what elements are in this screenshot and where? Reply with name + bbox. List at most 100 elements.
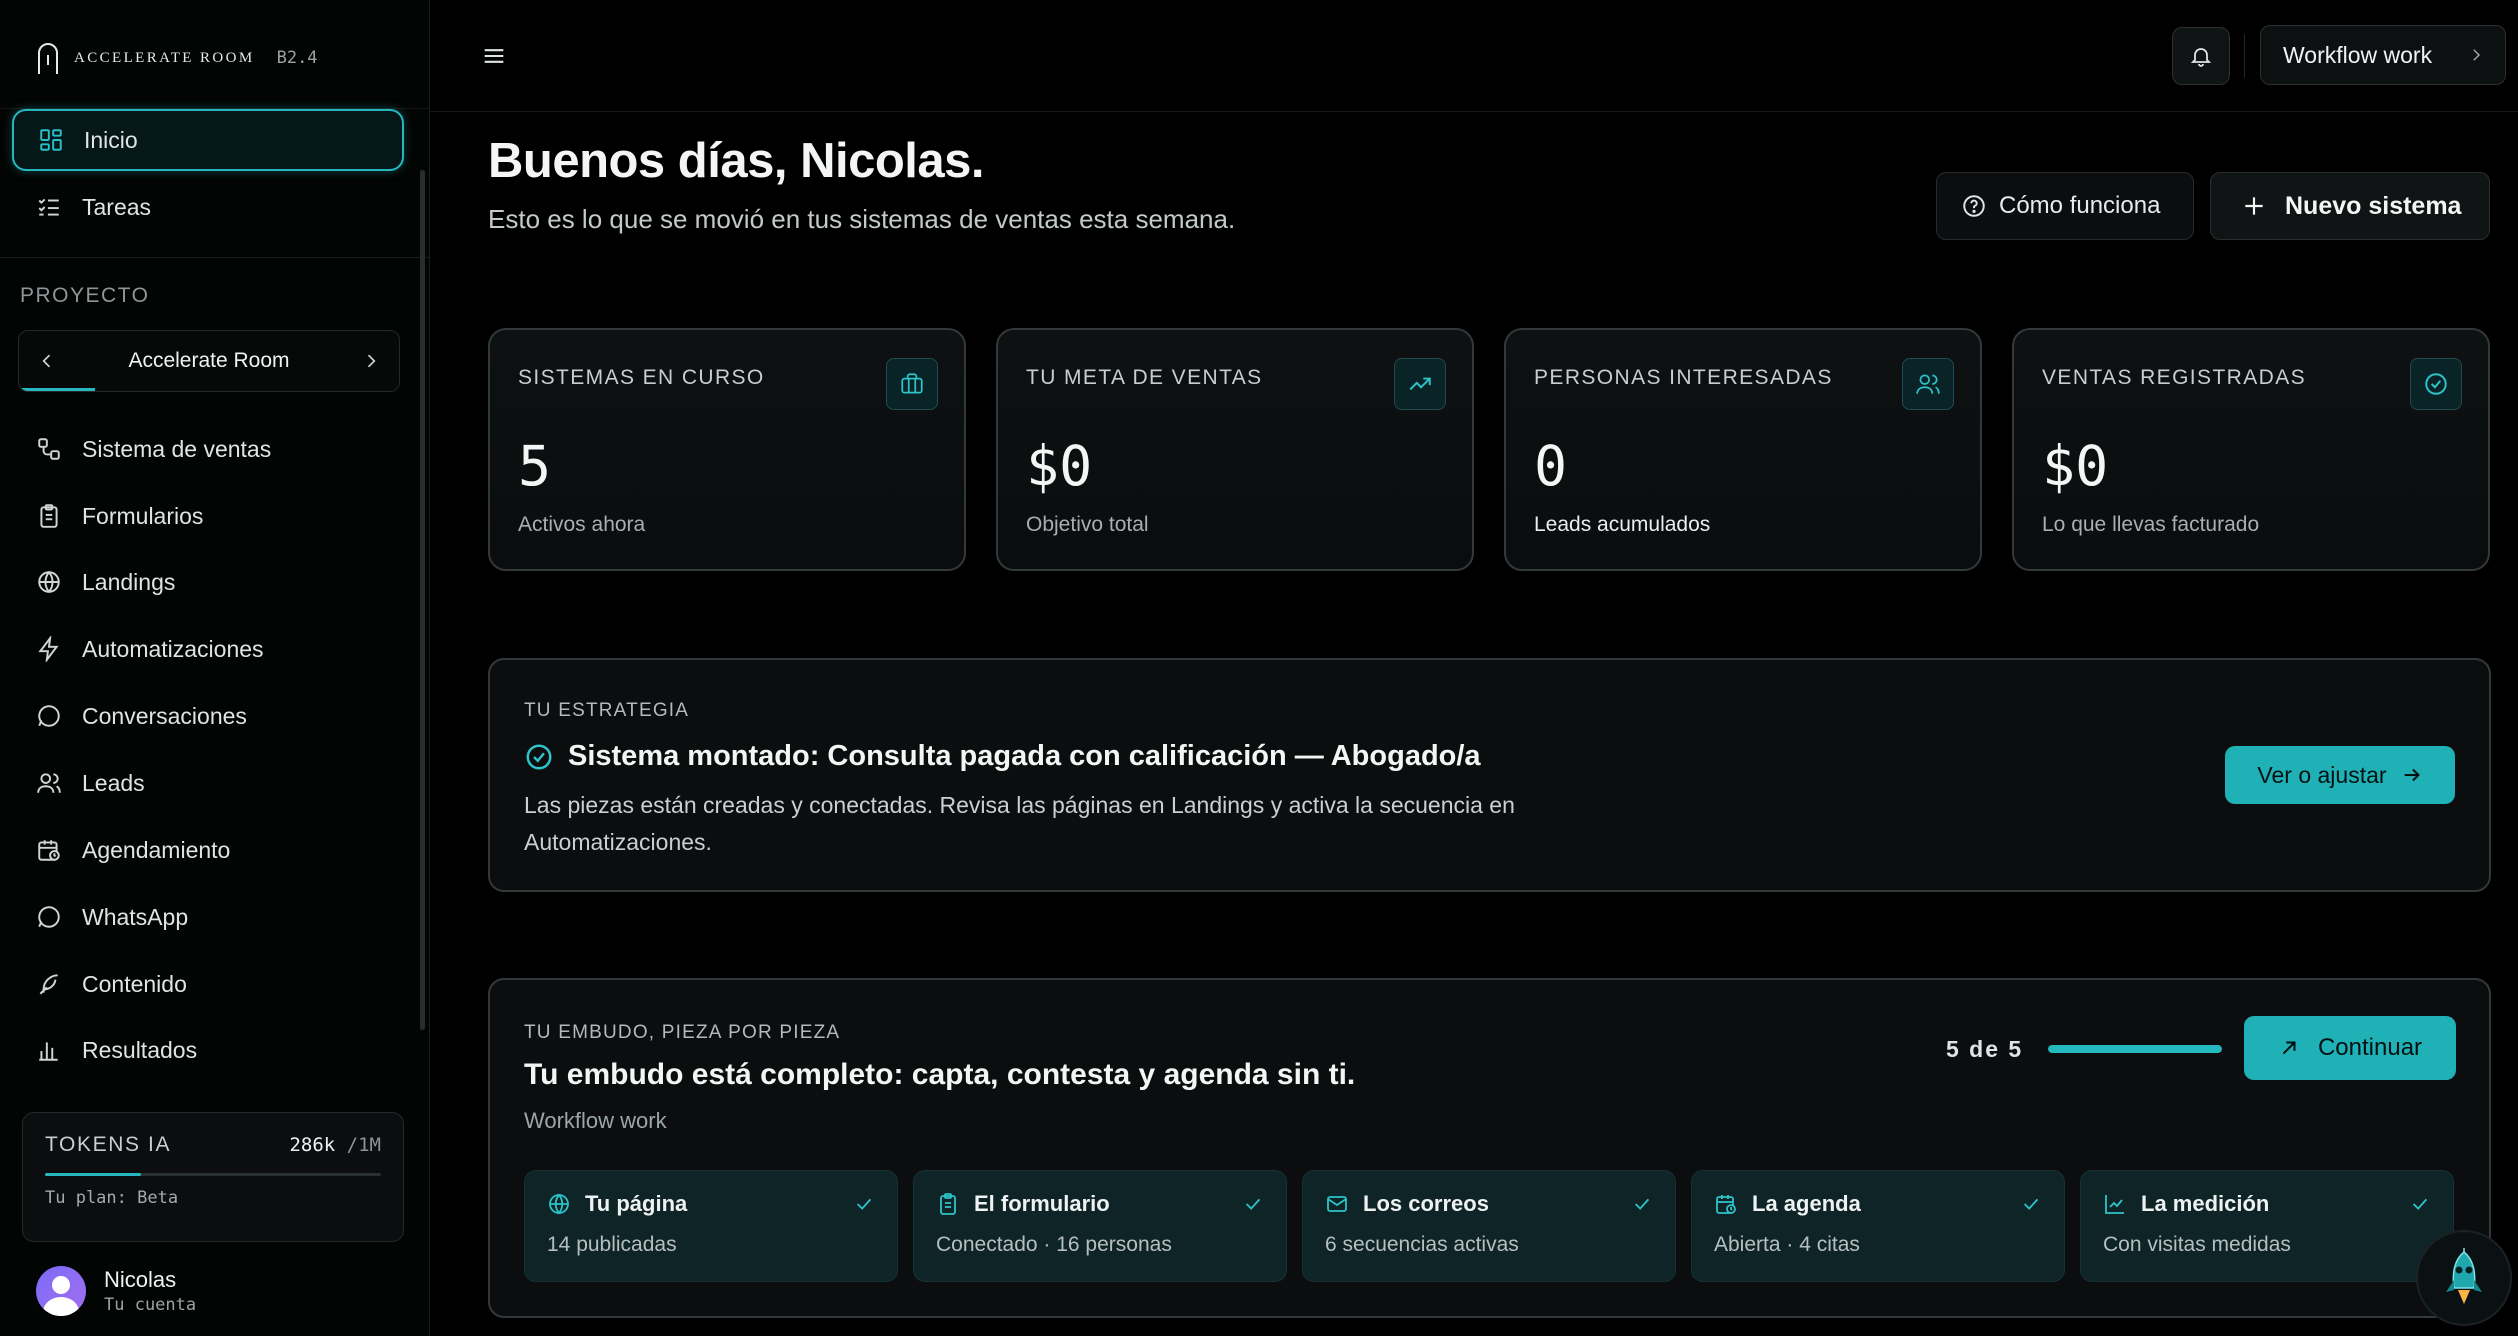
funnel-card: TU EMBUDO, PIEZA POR PIEZA Tu embudo est… xyxy=(488,978,2491,1318)
list-checks-icon xyxy=(38,198,59,216)
strategy-card: TU ESTRATEGIA Sistema montado: Consulta … xyxy=(488,658,2491,892)
user-name: Nicolas xyxy=(104,1267,177,1292)
sidebar-item-whatsapp[interactable]: WhatsApp xyxy=(12,886,404,948)
topbar: Workflow work xyxy=(430,0,2518,112)
tokens-plan: Tu plan: Beta xyxy=(45,1188,179,1208)
check-circle-icon xyxy=(2425,373,2447,395)
globe-icon xyxy=(549,1193,569,1215)
check-circle-icon xyxy=(526,744,552,769)
funnel-step-formulario[interactable]: El formulario Conectado · 16 personas xyxy=(913,1170,1287,1282)
funnel-step-pagina[interactable]: Tu página 14 publicadas xyxy=(524,1170,898,1282)
assistant-launcher[interactable] xyxy=(2416,1230,2512,1326)
continue-label: Continuar xyxy=(2317,1034,2423,1061)
how-it-works-label: Cómo funciona xyxy=(1999,192,2161,219)
stat-value: 5 xyxy=(518,434,552,498)
stat-value: $0 xyxy=(2042,434,2109,498)
view-adjust-button[interactable]: Ver o ajustar xyxy=(2225,746,2455,804)
funnel-progress-text: 5 de 5 xyxy=(1946,1036,2024,1062)
feather-icon xyxy=(39,974,58,995)
sidebar-item-label: Sistema de ventas xyxy=(82,435,272,462)
tokens-label: TOKENS IA xyxy=(45,1133,172,1156)
funnel-step-correos[interactable]: Los correos 6 secuencias activas xyxy=(1302,1170,1676,1282)
sidebar: Accelerate Room B2.4 Inicio Tareas PROYE… xyxy=(0,0,430,1336)
avatar xyxy=(36,1266,86,1316)
calendar-clock-icon xyxy=(38,840,60,861)
chevron-right-icon[interactable] xyxy=(361,351,381,371)
step-title: La agenda xyxy=(1752,1191,1861,1216)
stat-value: 0 xyxy=(1534,434,1568,498)
clipboard-icon xyxy=(40,504,58,528)
divider xyxy=(2244,34,2245,78)
funnel-title: Tu embudo está completo: capta, contesta… xyxy=(524,1058,1356,1091)
project-switcher[interactable]: Accelerate Room xyxy=(18,330,400,392)
sidebar-item-agendamiento[interactable]: Agendamiento xyxy=(12,819,404,881)
brand[interactable]: Accelerate Room B2.4 xyxy=(36,38,318,78)
stat-label: VENTAS REGISTRADAS xyxy=(2042,366,2307,389)
sidebar-item-automatizaciones[interactable]: Automatizaciones xyxy=(12,618,404,680)
stat-card-sistemas: SISTEMAS EN CURSO 5 Activos ahora xyxy=(488,328,966,571)
sidebar-item-conversaciones[interactable]: Conversaciones xyxy=(12,685,404,747)
calendar-clock-icon xyxy=(1716,1195,1736,1214)
step-title: Los correos xyxy=(1363,1191,1489,1216)
workflow-selector-button[interactable]: Workflow work xyxy=(2260,25,2506,85)
how-it-works-button[interactable]: Cómo funciona xyxy=(1936,172,2194,240)
new-system-button[interactable]: Nuevo sistema xyxy=(2210,172,2490,240)
strategy-title: Sistema montado: Consulta pagada con cal… xyxy=(524,740,2455,773)
hamburger-menu-icon[interactable] xyxy=(480,42,508,70)
bar-chart-icon xyxy=(39,1042,58,1061)
whatsapp-icon xyxy=(38,906,60,928)
sidebar-item-label: Automatizaciones xyxy=(82,635,264,662)
sidebar-item-label: WhatsApp xyxy=(82,903,189,930)
sidebar-item-label: Inicio xyxy=(84,126,138,153)
notifications-button[interactable] xyxy=(2172,27,2230,85)
brand-name: Accelerate Room xyxy=(74,49,255,66)
users-icon xyxy=(1916,374,1940,394)
funnel-progress-bar xyxy=(2048,1045,2222,1053)
stat-card-meta-ventas: TU META DE VENTAS $0 Objetivo total xyxy=(996,328,1474,571)
sidebar-item-contenido[interactable]: Contenido xyxy=(12,953,404,1015)
sidebar-item-label: Agendamiento xyxy=(82,836,231,863)
sidebar-item-inicio[interactable]: Inicio xyxy=(12,109,404,171)
step-subtitle: Abierta · 4 citas xyxy=(1714,1233,1860,1256)
plus-icon xyxy=(2245,197,2263,215)
check-icon xyxy=(2023,1198,2039,1210)
step-subtitle: Conectado · 16 personas xyxy=(936,1233,1172,1256)
check-icon xyxy=(2412,1198,2428,1210)
sidebar-item-leads[interactable]: Leads xyxy=(12,752,404,814)
continue-button[interactable]: Continuar xyxy=(2244,1016,2456,1080)
project-switch-indicator xyxy=(19,388,95,391)
chevron-left-icon[interactable] xyxy=(37,351,57,371)
sidebar-item-tareas[interactable]: Tareas xyxy=(12,176,404,238)
stat-subtitle: Objetivo total xyxy=(1026,513,1149,536)
funnel-progress-fill xyxy=(2048,1045,2222,1053)
stat-subtitle: Lo que llevas facturado xyxy=(2042,513,2260,536)
briefcase-icon xyxy=(901,373,923,394)
section-label-proyecto: PROYECTO xyxy=(20,284,150,307)
sidebar-item-sistema-de-ventas[interactable]: Sistema de ventas xyxy=(12,418,404,480)
funnel-step-medicion[interactable]: La medición Con visitas medidas xyxy=(2080,1170,2454,1282)
sidebar-item-label: Contenido xyxy=(82,970,187,997)
sidebar-item-label: Landings xyxy=(82,568,176,595)
lightning-icon xyxy=(38,636,59,662)
step-title: El formulario xyxy=(974,1191,1110,1216)
arrow-right-icon xyxy=(2404,768,2420,782)
sidebar-scrollbar[interactable] xyxy=(420,170,425,1030)
help-circle-icon xyxy=(1963,195,1985,217)
divider xyxy=(0,257,430,258)
sidebar-item-formularios[interactable]: Formularios xyxy=(12,485,404,547)
sidebar-item-label: Leads xyxy=(82,769,145,796)
user-account[interactable]: Nicolas Tu cuenta xyxy=(36,1266,196,1316)
stat-icon-box xyxy=(2410,358,2462,410)
tokens-panel: TOKENS IA 286k /1M Tu plan: Beta xyxy=(22,1112,404,1242)
stat-value: $0 xyxy=(1026,434,1093,498)
tokens-progress-fill xyxy=(45,1173,142,1176)
sidebar-item-landings[interactable]: Landings xyxy=(12,551,404,613)
trending-up-icon xyxy=(1409,377,1431,391)
step-title: La medición xyxy=(2141,1191,2270,1216)
bell-icon xyxy=(2190,48,2212,67)
sidebar-item-label: Conversaciones xyxy=(82,702,247,729)
sidebar-item-resultados[interactable]: Resultados xyxy=(12,1019,404,1081)
line-chart-icon xyxy=(2105,1195,2124,1214)
funnel-step-agenda[interactable]: La agenda Abierta · 4 citas xyxy=(1691,1170,2065,1282)
stat-label: PERSONAS INTERESADAS xyxy=(1534,366,1833,389)
